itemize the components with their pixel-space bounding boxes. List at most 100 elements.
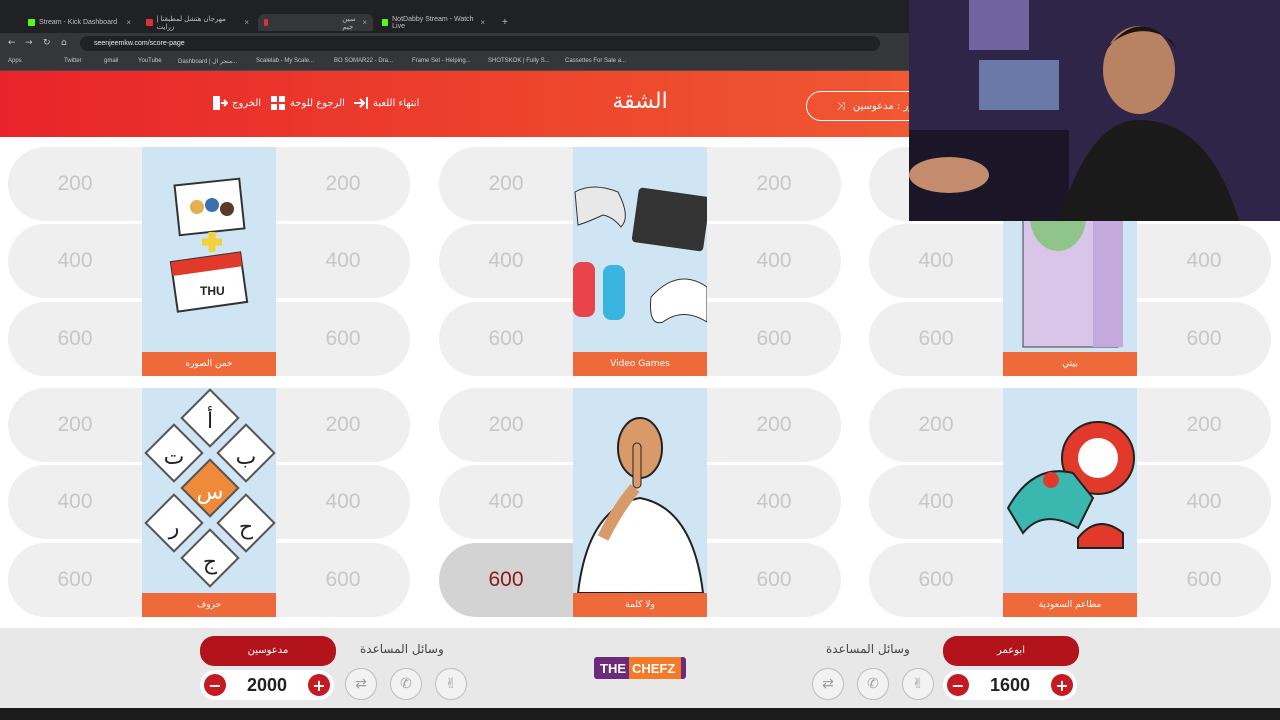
end-game-button[interactable]: انتهاء اللعبة bbox=[353, 95, 419, 111]
question-400-button[interactable]: 400 bbox=[869, 465, 1003, 539]
question-400-button[interactable]: 400 bbox=[439, 465, 573, 539]
plus-button[interactable]: + bbox=[307, 674, 330, 696]
question-200-button[interactable]: 200 bbox=[439, 147, 573, 221]
bookmark-item[interactable]: Dashboard | متجر ال... bbox=[178, 58, 237, 65]
category-card: ولا كلمة bbox=[573, 388, 707, 617]
close-icon[interactable]: × bbox=[362, 18, 367, 27]
question-200-button[interactable]: 200 bbox=[1137, 388, 1271, 462]
score-value: 1600 bbox=[989, 674, 1031, 695]
question-200-button[interactable]: 200 bbox=[8, 147, 142, 221]
question-600-button[interactable]: 600 bbox=[276, 302, 410, 376]
bookmark-item[interactable]: BO SOMAR22 - Dra... bbox=[334, 58, 393, 64]
minus-button[interactable]: − bbox=[947, 674, 969, 696]
question-600-button[interactable]: 600 bbox=[1137, 543, 1271, 617]
exit-button[interactable]: الخروج bbox=[212, 95, 261, 111]
tab-title: Stream - Kick Dashboard bbox=[39, 19, 118, 26]
svg-text:ر: ر bbox=[168, 515, 180, 540]
question-400-button[interactable]: 400 bbox=[276, 465, 410, 539]
sponsor-logo: THE CHEFZ bbox=[594, 657, 686, 679]
team-name-badge: ابوعمر bbox=[943, 636, 1079, 666]
youtube-icon bbox=[146, 19, 153, 26]
question-600-button[interactable]: 600 bbox=[869, 543, 1003, 617]
question-600-button[interactable]: 600 bbox=[439, 543, 573, 617]
question-600-button[interactable]: 600 bbox=[8, 543, 142, 617]
address-bar[interactable]: seenjeemkw.com/score-page bbox=[80, 36, 880, 51]
question-600-button[interactable]: 600 bbox=[707, 302, 841, 376]
plus-button[interactable]: + bbox=[1050, 674, 1073, 696]
svg-text:ج: ج bbox=[203, 550, 218, 575]
category-card: THU خمن الصوره bbox=[142, 147, 276, 376]
home-icon[interactable]: ⌂ bbox=[61, 38, 67, 48]
question-200-button[interactable]: 200 bbox=[707, 147, 841, 221]
swap-aid-icon[interactable]: ⇄ bbox=[812, 668, 844, 700]
team-score: − 2000 + bbox=[200, 670, 334, 700]
page-title: الشقة bbox=[612, 89, 668, 114]
score-value: 2000 bbox=[246, 674, 288, 695]
close-icon[interactable]: × bbox=[126, 18, 131, 27]
aids-title: وسائل المساعدة bbox=[826, 642, 910, 656]
bookmark-item[interactable]: Apps bbox=[8, 58, 22, 64]
question-200-button[interactable]: 200 bbox=[276, 388, 410, 462]
team-name-badge: مدعوسين bbox=[200, 636, 336, 666]
browser-tab[interactable]: Stream - Kick Dashboard × bbox=[22, 14, 137, 31]
question-400-button[interactable]: 400 bbox=[707, 465, 841, 539]
browser-tab[interactable]: NotDabby Stream - Watch Live × bbox=[376, 14, 491, 31]
question-400-button[interactable]: 400 bbox=[707, 224, 841, 298]
question-400-button[interactable]: 400 bbox=[1137, 465, 1271, 539]
svg-text:أ: أ bbox=[207, 406, 213, 434]
question-600-button[interactable]: 600 bbox=[276, 543, 410, 617]
question-200-button[interactable]: 200 bbox=[8, 388, 142, 462]
question-200-button[interactable]: 200 bbox=[707, 388, 841, 462]
question-400-button[interactable]: 400 bbox=[8, 224, 142, 298]
bookmark-item[interactable]: Scalelab - My Scale... bbox=[256, 58, 314, 64]
bottom-strip bbox=[0, 708, 1280, 720]
question-600-button[interactable]: 600 bbox=[1137, 302, 1271, 376]
bookmark-item[interactable]: Cassettes For Sale a... bbox=[565, 58, 626, 64]
category-card: أ ت ب س ر ح ج حروف bbox=[142, 388, 276, 617]
swap-aid-icon[interactable]: ⇄ bbox=[345, 668, 377, 700]
letters-grid-icon: أت بسر حج bbox=[144, 388, 276, 588]
question-400-button[interactable]: 400 bbox=[869, 224, 1003, 298]
restaurant-food-icon bbox=[1006, 421, 1135, 549]
category-label: Video Games bbox=[573, 352, 707, 376]
peace-hand-aid-icon[interactable]: ✌ bbox=[435, 668, 467, 700]
bookmark-item[interactable]: Twitter bbox=[64, 58, 82, 64]
shush-man-icon bbox=[576, 417, 705, 593]
webcam-overlay bbox=[909, 0, 1280, 221]
back-to-board-button[interactable]: الرجوع للوحة bbox=[270, 95, 345, 111]
svg-text:ب: ب bbox=[236, 445, 257, 470]
question-200-button[interactable]: 200 bbox=[276, 147, 410, 221]
question-400-button[interactable]: 400 bbox=[1137, 224, 1271, 298]
question-400-button[interactable]: 400 bbox=[276, 224, 410, 298]
minus-button[interactable]: − bbox=[204, 674, 226, 696]
question-600-button[interactable]: 600 bbox=[439, 302, 573, 376]
question-600-button[interactable]: 600 bbox=[869, 302, 1003, 376]
forward-icon[interactable]: → bbox=[25, 38, 33, 48]
peace-hand-aid-icon[interactable]: ✌ bbox=[902, 668, 934, 700]
bookmark-item[interactable]: SHOTSKOK | Fully S... bbox=[488, 58, 550, 64]
question-200-button[interactable]: 200 bbox=[439, 388, 573, 462]
new-tab-button[interactable]: + bbox=[496, 14, 514, 31]
site-icon bbox=[264, 19, 269, 26]
question-600-button[interactable]: 600 bbox=[8, 302, 142, 376]
question-400-button[interactable]: 400 bbox=[439, 224, 573, 298]
category-label: بيتي bbox=[1003, 352, 1137, 376]
reload-icon[interactable]: ↻ bbox=[43, 38, 51, 48]
browser-tab[interactable]: مهرجان هتشل لمطبقنا | زرايت × bbox=[140, 14, 255, 31]
bookmark-item[interactable]: YouTube bbox=[138, 58, 162, 64]
browser-tab-active[interactable]: سين جيم × bbox=[258, 14, 373, 31]
question-600-button[interactable]: 600 bbox=[707, 543, 841, 617]
phone-aid-icon[interactable]: ✆ bbox=[390, 668, 422, 700]
back-icon[interactable]: ← bbox=[8, 38, 16, 48]
phone-aid-icon[interactable]: ✆ bbox=[857, 668, 889, 700]
close-icon[interactable]: × bbox=[244, 18, 249, 27]
category-label: ولا كلمة bbox=[573, 593, 707, 617]
kick-icon bbox=[28, 19, 35, 26]
bookmark-item[interactable]: Frame Set - Helping... bbox=[412, 58, 471, 64]
question-400-button[interactable]: 400 bbox=[8, 465, 142, 539]
bookmark-item[interactable]: gmail bbox=[104, 58, 118, 64]
close-icon[interactable]: × bbox=[480, 18, 485, 27]
question-200-button[interactable]: 200 bbox=[869, 388, 1003, 462]
score-footer: مدعوسين وسائل المساعدة − 2000 + ⇄ ✆ ✌ TH… bbox=[0, 628, 1280, 708]
end-game-icon bbox=[354, 97, 368, 109]
